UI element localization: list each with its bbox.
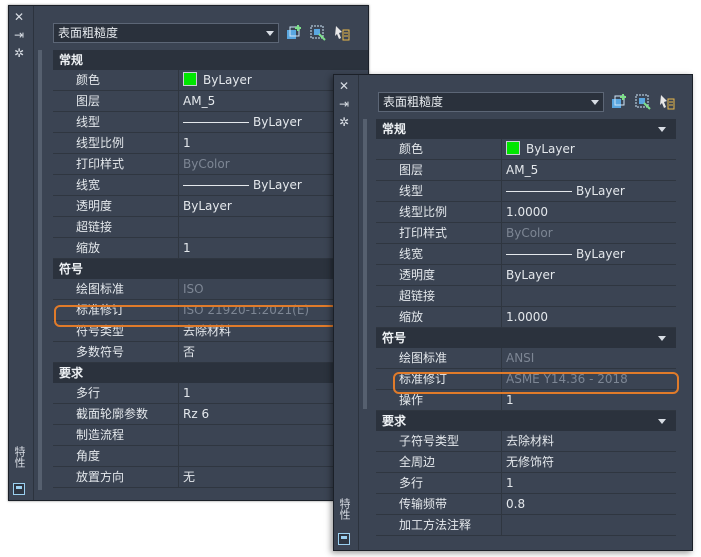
strip-divider: [33, 6, 34, 500]
property-row-drawing-standard[interactable]: 绘图标准 ANSI: [376, 348, 676, 369]
property-row-lineweight[interactable]: 线宽 ByLayer: [376, 244, 676, 265]
property-row-transparency[interactable]: 透明度 ByLayer: [53, 196, 368, 217]
palette-side-strip: ✕ ⇥ ✲ 特性: [334, 75, 354, 550]
auto-hide-icon[interactable]: ⇥: [337, 97, 351, 111]
property-row-standard-revision[interactable]: 标准修订 ISO 21920-1:2021(E): [53, 300, 368, 321]
lineweight-preview: [183, 185, 249, 186]
property-row-layer[interactable]: 图层 AM_5: [53, 91, 368, 112]
property-row-plot-style[interactable]: 打印样式 ByColor: [53, 154, 368, 175]
section-symbol-rows: 绘图标准 ISO 标准修订 ISO 21920-1:2021(E) 符号类型 去除材料…: [53, 279, 368, 363]
close-icon[interactable]: ✕: [337, 79, 351, 93]
property-row-process-note[interactable]: 加工方法注释: [376, 515, 676, 536]
palette-icon: [13, 483, 25, 495]
property-row-hyperlink[interactable]: 超链接: [376, 286, 676, 307]
toggle-pickadd-icon[interactable]: [285, 24, 303, 42]
property-row-manufacturing-process[interactable]: 制造流程: [53, 425, 368, 446]
property-row-all-around[interactable]: 全周边 无修饰符: [376, 452, 676, 473]
select-objects-icon[interactable]: [309, 24, 327, 42]
property-row-scale[interactable]: 缩放 1: [53, 238, 368, 259]
palette-title: 特性: [13, 446, 26, 468]
chevron-down-icon: [658, 419, 666, 424]
section-requirements[interactable]: 要求: [53, 363, 368, 383]
property-row-symbol-type[interactable]: 符号类型 去除材料: [53, 321, 368, 342]
scrollbar[interactable]: [38, 50, 42, 490]
property-row-color[interactable]: 颜色 ByLayer: [376, 139, 676, 160]
section-general[interactable]: 常规: [376, 119, 676, 139]
quick-select-icon[interactable]: [333, 24, 351, 42]
selection-bar: 表面粗糙度: [53, 23, 353, 43]
object-type-dropdown[interactable]: 表面粗糙度: [378, 92, 604, 112]
section-requirements[interactable]: 要求: [376, 411, 676, 431]
section-general-rows: 颜色 ByLayer 图层 AM_5 线型 ByLayer 线型比例 1.0000 打印…: [376, 139, 676, 328]
property-row-hyperlink[interactable]: 超链接: [53, 217, 368, 238]
section-requirements-rows: 多行 1 截面轮廓参数 Rz 6 制造流程 角度 放置方向无: [53, 383, 368, 488]
object-type-value: 表面粗糙度: [58, 26, 119, 40]
property-row-layer[interactable]: 图层 AM_5: [376, 160, 676, 181]
palette-title: 特性: [338, 498, 351, 520]
section-symbol-rows: 绘图标准 ANSI 标准修订 ASME Y14.36 - 2018 操作 1: [376, 348, 676, 411]
property-row-plot-style[interactable]: 打印样式 ByColor: [376, 223, 676, 244]
object-type-value: 表面粗糙度: [383, 95, 444, 109]
close-icon[interactable]: ✕: [12, 10, 26, 24]
property-row-drawing-standard[interactable]: 绘图标准 ISO: [53, 279, 368, 300]
chevron-down-icon: [658, 336, 666, 341]
color-swatch: [506, 141, 520, 155]
quick-select-icon[interactable]: [658, 93, 676, 111]
property-row-lay-direction[interactable]: 放置方向无: [53, 467, 368, 488]
property-row-linetype[interactable]: 线型 ByLayer: [376, 181, 676, 202]
section-general-rows: 颜色 ByLayer 图层 AM_5 线型 ByLayer 线型比例 1 打印样式 ByC…: [53, 70, 368, 259]
palette-icon: [338, 533, 350, 545]
property-row-operation[interactable]: 操作 1: [376, 390, 676, 411]
object-type-dropdown[interactable]: 表面粗糙度: [53, 23, 279, 43]
property-row-transparency[interactable]: 透明度 ByLayer: [376, 265, 676, 286]
property-row-sub-symbol-type[interactable]: 子符号类型 去除材料: [376, 431, 676, 452]
chevron-down-icon: [658, 127, 666, 132]
property-row-scale[interactable]: 缩放 1.0000: [376, 307, 676, 328]
section-requirements-rows: 子符号类型 去除材料 全周边 无修饰符 多行 1 传输频带 0.8 加工方法注释: [376, 431, 676, 536]
palette-settings-icon[interactable]: ✲: [12, 46, 26, 60]
properties-table: 常规 颜色 ByLayer 图层 AM_5 线型 ByLayer 线型比例 1.0000…: [376, 119, 676, 536]
property-row-angle[interactable]: 角度: [53, 446, 368, 467]
properties-table: 常规 颜色 ByLayer 图层 AM_5 线型 ByLayer 线型比例 1 打印样式…: [53, 50, 368, 488]
section-general[interactable]: 常规: [53, 50, 368, 70]
color-swatch: [183, 72, 197, 86]
property-row-multiline[interactable]: 多行 1: [53, 383, 368, 404]
strip-divider: [358, 75, 359, 550]
property-row-majority-symbol[interactable]: 多数符号否: [53, 342, 368, 363]
lineweight-preview: [506, 254, 572, 255]
select-objects-icon[interactable]: [634, 93, 652, 111]
section-symbol[interactable]: 符号: [376, 328, 676, 348]
chevron-down-icon: [591, 100, 599, 105]
property-row-linetype-scale[interactable]: 线型比例 1: [53, 133, 368, 154]
scrollbar[interactable]: [363, 119, 367, 409]
linetype-preview: [183, 122, 249, 123]
properties-palette-ansi: ✕ ⇥ ✲ 特性 表面粗糙度 常规 颜色 ByLayer 图层 AM_5 线型 …: [333, 74, 693, 551]
properties-palette-iso: ✕ ⇥ ✲ 特性 表面粗糙度 常规 颜色 ByLayer 图层 AM_5 线型 …: [8, 5, 369, 501]
chevron-down-icon: [266, 31, 274, 36]
palette-side-strip: ✕ ⇥ ✲ 特性: [9, 6, 29, 500]
property-row-color[interactable]: 颜色 ByLayer: [53, 70, 368, 91]
property-row-lineweight[interactable]: 线宽 ByLayer: [53, 175, 368, 196]
auto-hide-icon[interactable]: ⇥: [12, 28, 26, 42]
property-row-transmission-band[interactable]: 传输频带 0.8: [376, 494, 676, 515]
selection-bar: 表面粗糙度: [378, 92, 678, 112]
palette-settings-icon[interactable]: ✲: [337, 115, 351, 129]
toggle-pickadd-icon[interactable]: [610, 93, 628, 111]
linetype-preview: [506, 191, 572, 192]
property-row-multiline[interactable]: 多行 1: [376, 473, 676, 494]
property-row-standard-revision[interactable]: 标准修订 ASME Y14.36 - 2018: [376, 369, 676, 390]
section-symbol[interactable]: 符号: [53, 259, 368, 279]
property-row-linetype[interactable]: 线型 ByLayer: [53, 112, 368, 133]
property-row-profile-parameter[interactable]: 截面轮廓参数 Rz 6: [53, 404, 368, 425]
property-row-linetype-scale[interactable]: 线型比例 1.0000: [376, 202, 676, 223]
